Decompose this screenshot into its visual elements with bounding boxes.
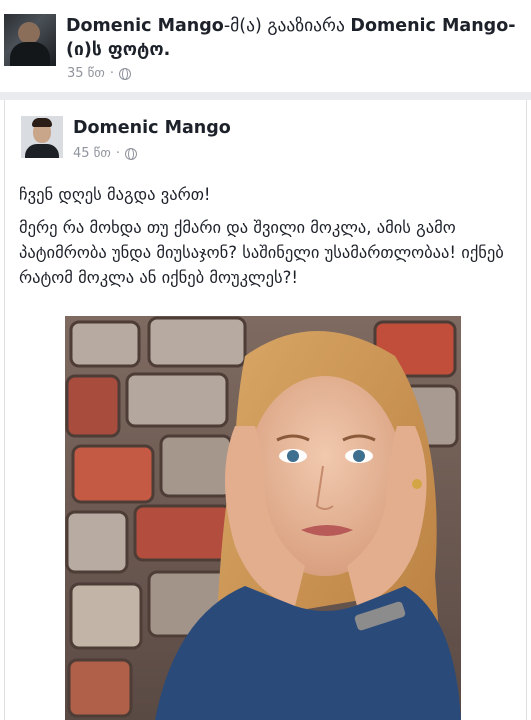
post-timestamp[interactable]: 45 წთ (73, 146, 111, 161)
post-photo[interactable] (65, 316, 461, 720)
post-text-paragraph: მერე რა მოხდა თუ ქმარი და შვილი მოკლა, ა… (19, 218, 504, 287)
share-header: Domenic Mango-მ(ა) გააზიარა Domenic Mang… (0, 0, 531, 92)
post-text-line: ჩვენ დღეს მაგდა ვართ! (19, 185, 211, 204)
post-text: ჩვენ დღეს მაგდა ვართ! მერე რა მოხდა თუ ქ… (19, 182, 514, 298)
share-connector: -მ(ა) გააზიარა (223, 16, 345, 36)
sharer-avatar[interactable] (4, 14, 56, 66)
globe-icon[interactable] (118, 67, 131, 80)
author-name-link[interactable]: Domenic Mango (73, 118, 231, 138)
owner-name-link[interactable]: Domenic Mango (350, 16, 508, 36)
shared-post-card: Domenic Mango 45 წთ · ჩვენ დღეს მაგდა ვა… (4, 100, 527, 720)
share-title: Domenic Mango-მ(ა) გააზიარა Domenic Mang… (66, 14, 521, 62)
post-meta: 45 წთ · (73, 146, 137, 161)
photo-illustration (65, 316, 461, 720)
share-meta: 35 წთ · (67, 66, 131, 81)
sharer-name-link[interactable]: Domenic Mango (66, 16, 224, 36)
share-timestamp[interactable]: 35 წთ (67, 66, 105, 81)
globe-icon[interactable] (124, 147, 137, 160)
feed-divider (0, 92, 531, 100)
author-avatar[interactable] (21, 116, 63, 158)
